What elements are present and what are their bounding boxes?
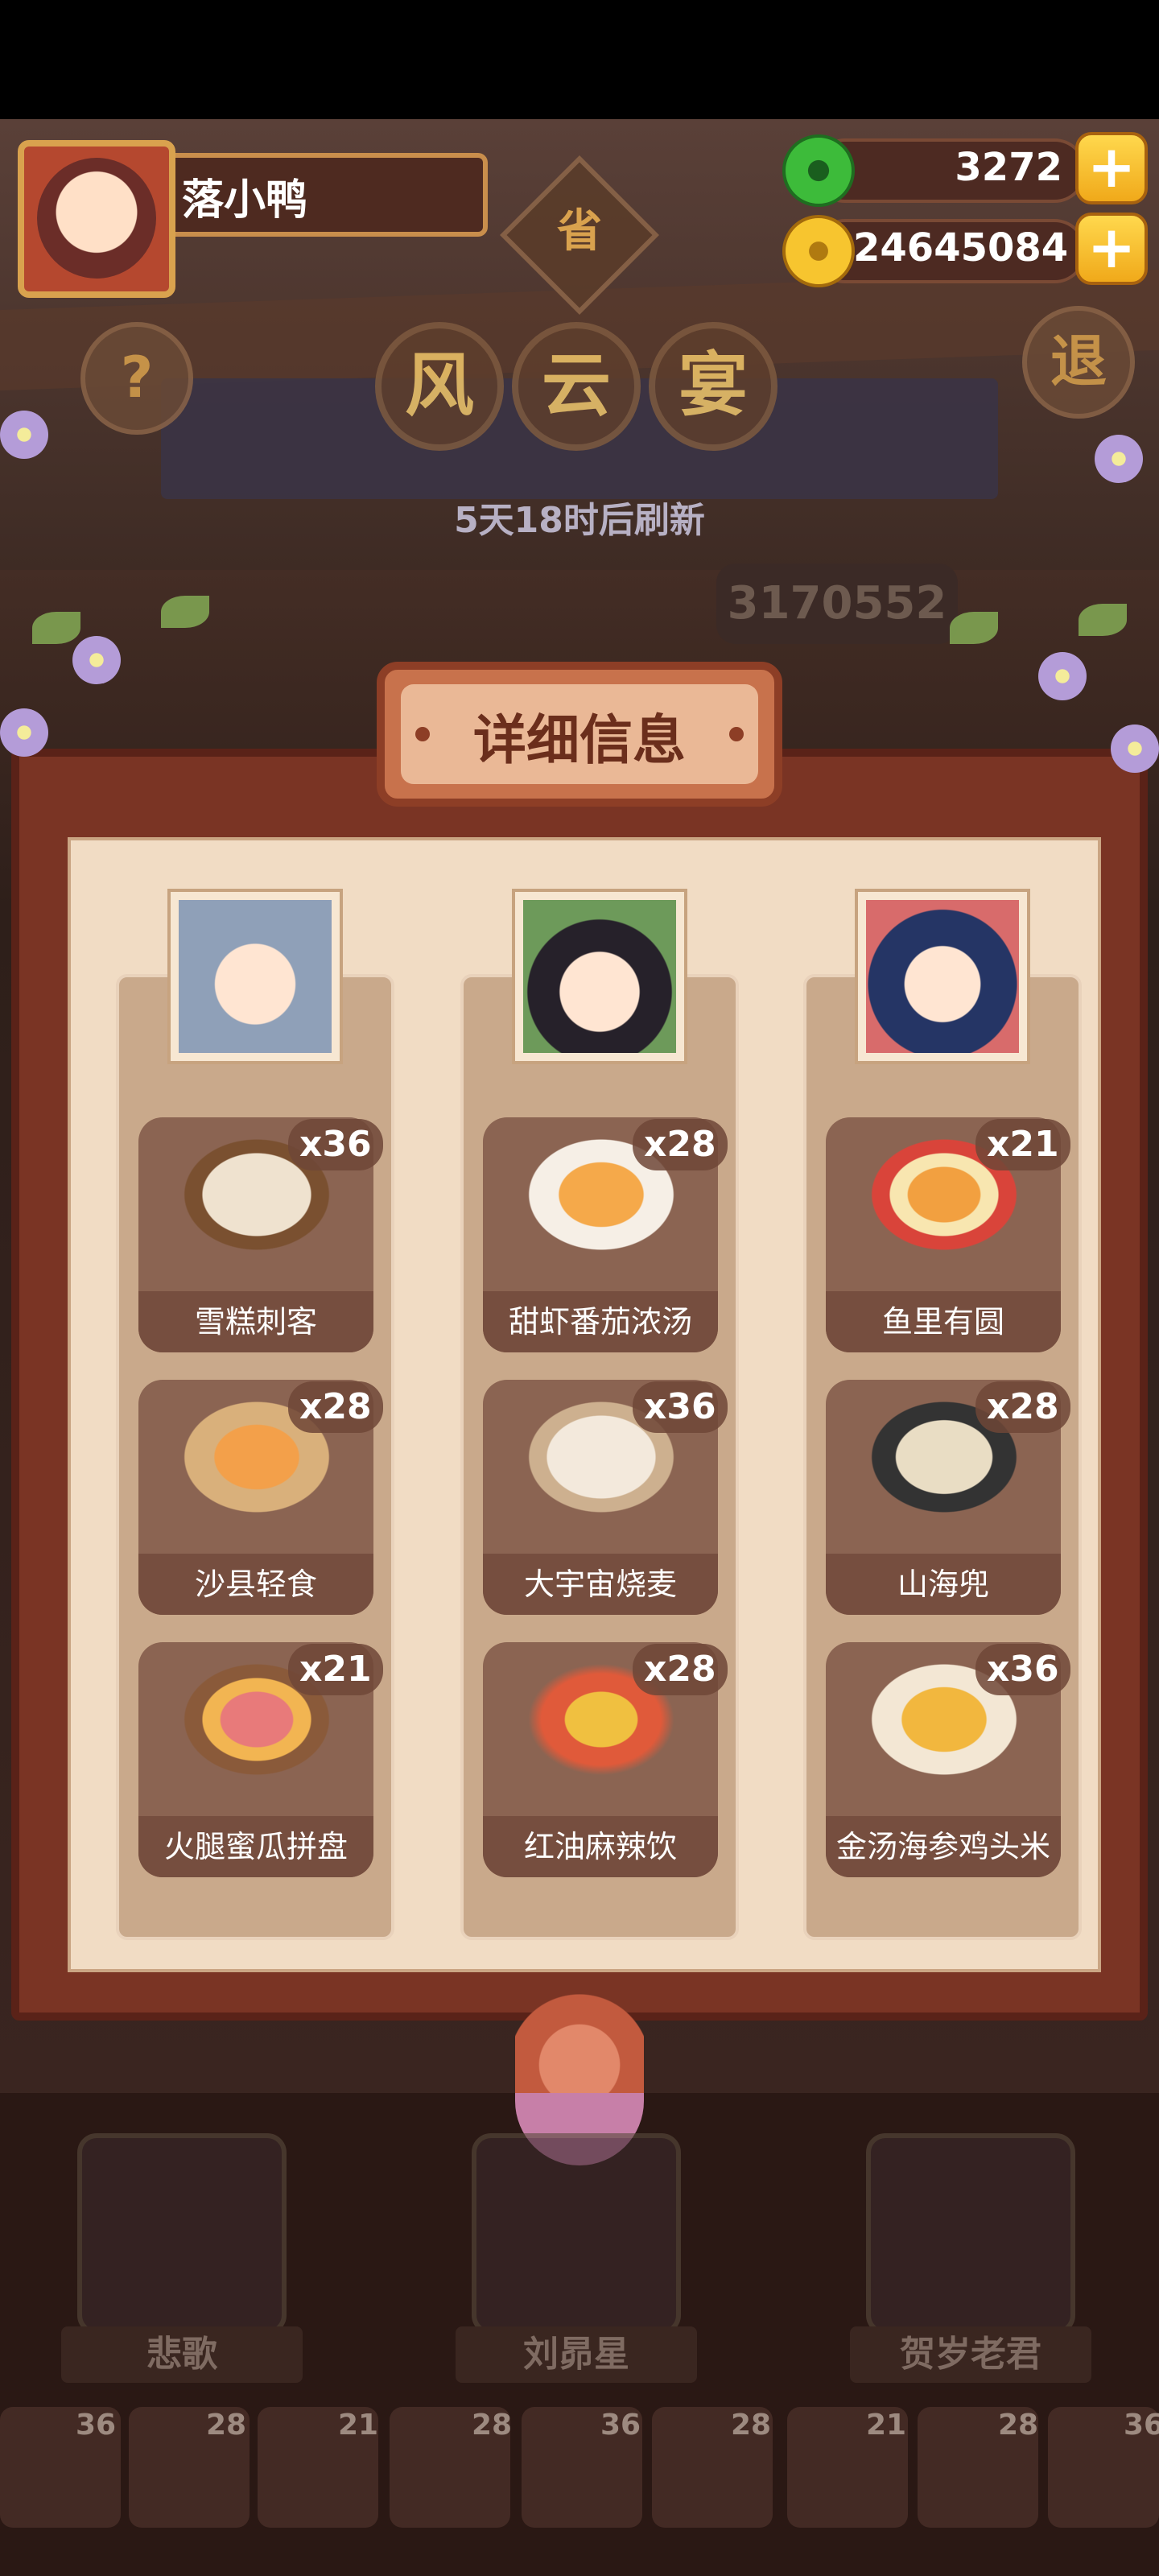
dish-name: 雪糕刺客 <box>138 1291 373 1352</box>
dish-name: 金汤海参鸡头米 <box>826 1816 1061 1877</box>
character-portrait-hesui[interactable] <box>858 892 1027 1061</box>
province-label: 省 <box>557 205 602 258</box>
dish-thumbnail-count: 21 <box>338 2409 379 2442</box>
flower-decoration <box>0 708 48 757</box>
dish-count: x21 <box>975 1119 1070 1170</box>
add-jade-button[interactable]: + <box>1075 132 1148 204</box>
dish-thumbnail-count: 21 <box>866 2409 907 2442</box>
dish-count: x28 <box>633 1119 728 1170</box>
title-char-3: 宴 <box>649 322 777 451</box>
dish-thumbnail-count: 36 <box>600 2409 641 2442</box>
dish-count: x28 <box>633 1644 728 1695</box>
dish-name: 鱼里有圆 <box>826 1291 1061 1352</box>
roster-character-card[interactable] <box>77 2133 287 2334</box>
leaf-decoration <box>32 612 80 644</box>
title-char-2: 云 <box>512 322 641 451</box>
player-name: 落小鸭 <box>182 176 308 225</box>
dish-name: 沙县轻食 <box>138 1554 373 1615</box>
dish-count: x36 <box>975 1644 1070 1695</box>
coin-icon <box>782 215 855 287</box>
status-bar <box>0 0 1159 119</box>
title-char-1: 风 <box>375 322 504 451</box>
dish-name: 甜虾番茄浓汤 <box>483 1291 718 1352</box>
character-portrait-liu[interactable] <box>515 892 684 1061</box>
score-badge: 3170552 <box>716 564 958 644</box>
portrait-art <box>866 900 1019 1053</box>
flower-decoration <box>1111 724 1159 773</box>
flower-decoration <box>72 636 121 684</box>
portrait-art <box>179 900 332 1053</box>
dish-thumbnail-count: 28 <box>472 2409 513 2442</box>
portrait-art <box>523 900 676 1053</box>
avatar-face <box>37 158 156 279</box>
flower-decoration <box>1095 435 1143 483</box>
dish-name: 山海兜 <box>826 1554 1061 1615</box>
dish-thumbnail-count: 36 <box>1124 2409 1159 2442</box>
panel-title: 详细信息 <box>473 709 686 771</box>
dish-thumbnail-count: 36 <box>76 2409 117 2442</box>
exit-button[interactable]: 退 <box>1022 306 1135 419</box>
roster-character-card[interactable] <box>866 2133 1075 2334</box>
dish-name: 火腿蜜瓜拼盘 <box>138 1816 373 1877</box>
dish-thumbnail-count: 28 <box>731 2409 772 2442</box>
leaf-decoration <box>161 596 209 628</box>
dish-count: x36 <box>633 1381 728 1433</box>
dish-name: 红油麻辣饮 <box>483 1816 718 1877</box>
dish-thumbnail-count: 28 <box>998 2409 1039 2442</box>
dish-count: x21 <box>288 1644 383 1695</box>
jade-icon <box>782 134 855 207</box>
leaf-decoration <box>950 612 998 644</box>
coin-amount: 24645084 <box>853 225 1069 270</box>
add-coins-button[interactable]: + <box>1075 213 1148 285</box>
roster-character-card[interactable] <box>472 2133 681 2334</box>
flower-decoration <box>0 411 48 459</box>
jade-amount: 3272 <box>955 145 1062 190</box>
help-icon[interactable]: ? <box>80 322 193 435</box>
character-portrait-beige[interactable] <box>171 892 340 1061</box>
dish-count: x28 <box>975 1381 1070 1433</box>
roster-character-name: 贺岁老君 <box>850 2326 1091 2383</box>
roster-character-name: 悲歌 <box>61 2326 303 2383</box>
dish-count: x36 <box>288 1119 383 1170</box>
flower-decoration <box>1038 652 1087 700</box>
leaf-decoration <box>1079 604 1127 636</box>
dish-name: 大宇宙烧麦 <box>483 1554 718 1615</box>
refresh-timer: 5天18时后刷新 <box>454 500 705 541</box>
dish-thumbnail-count: 28 <box>206 2409 247 2442</box>
roster-character-name: 刘昴星 <box>456 2326 697 2383</box>
dish-count: x28 <box>288 1381 383 1433</box>
